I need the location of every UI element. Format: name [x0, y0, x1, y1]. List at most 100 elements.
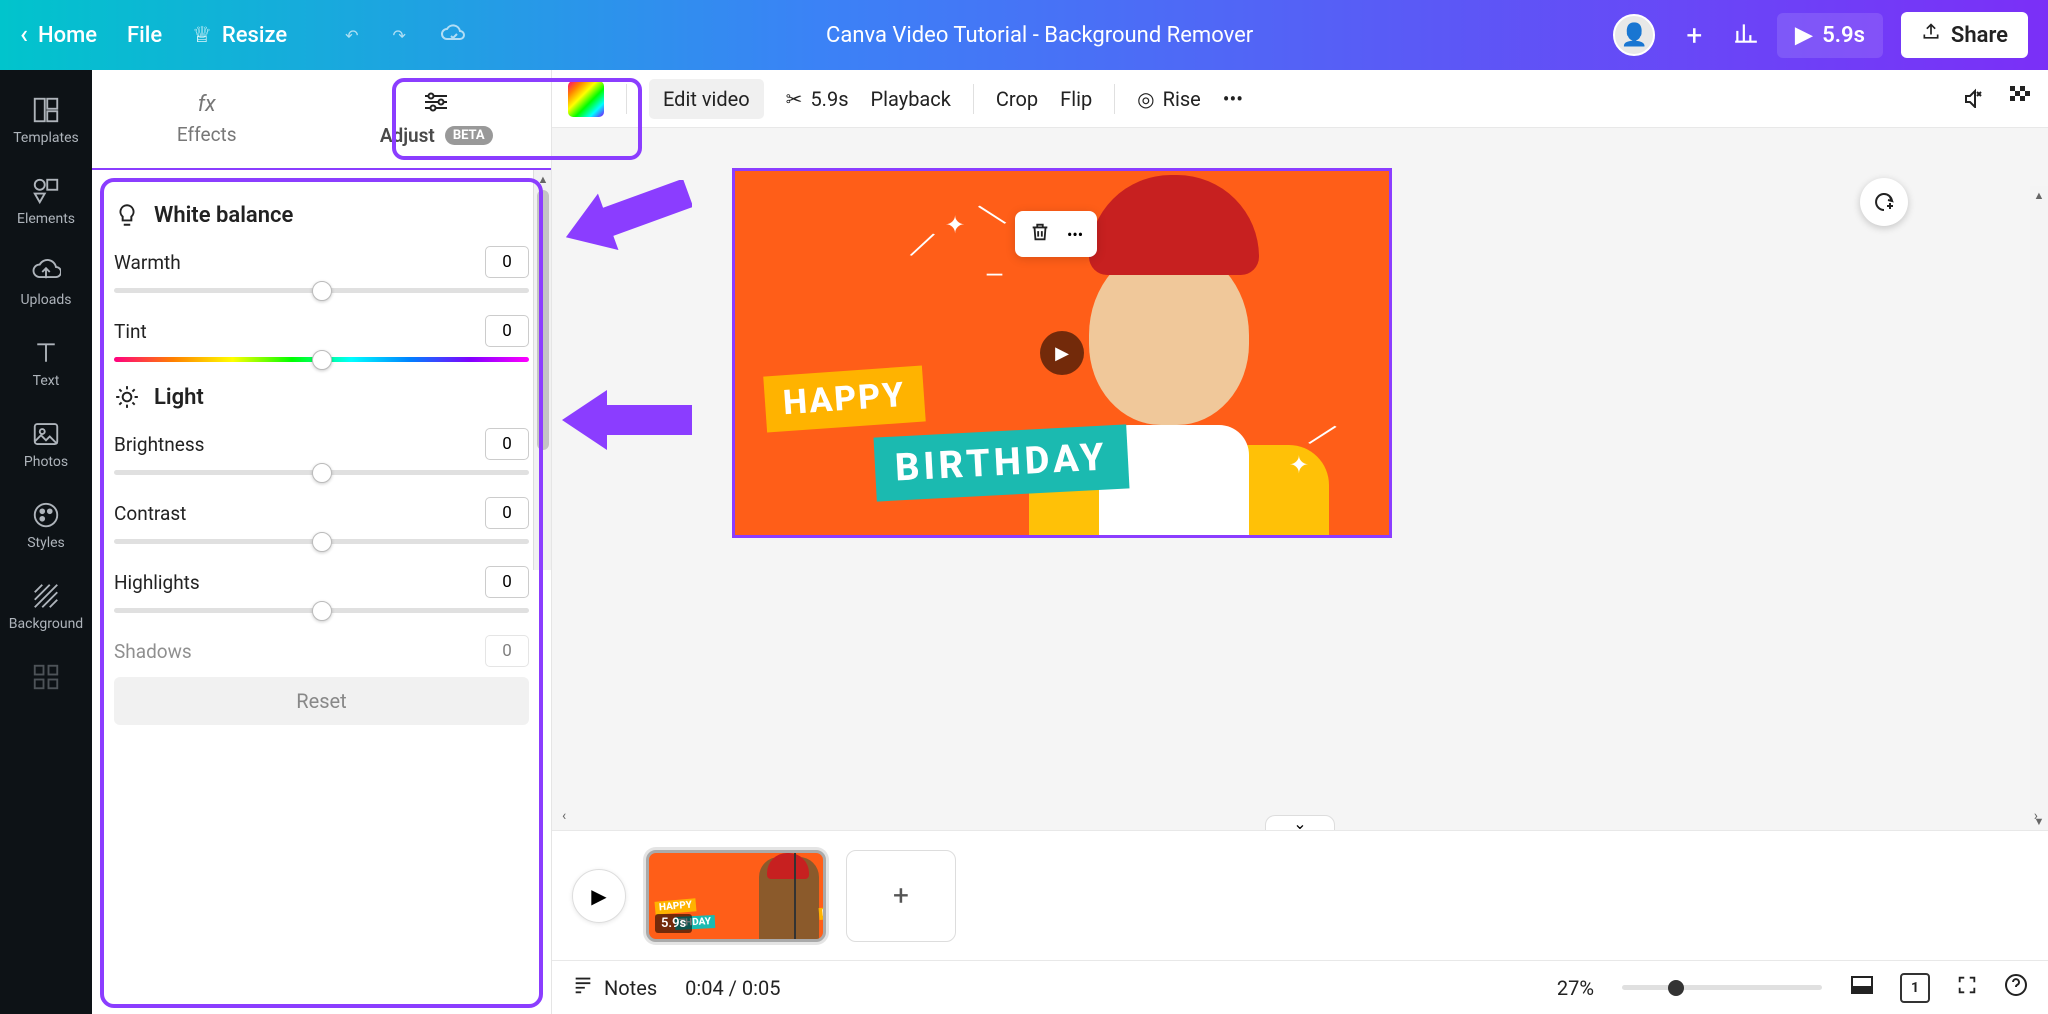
apps-icon	[31, 662, 61, 692]
refresh-plus-icon	[1872, 190, 1896, 214]
insights-icon[interactable]	[1733, 20, 1759, 50]
slider-thumb[interactable]	[312, 350, 332, 370]
zoom-thumb[interactable]	[1668, 980, 1684, 996]
delete-icon[interactable]	[1029, 221, 1051, 247]
text-happy[interactable]: HAPPY	[763, 366, 925, 433]
nav-text[interactable]: Text	[0, 323, 92, 404]
share-button[interactable]: Share	[1901, 12, 2028, 58]
scroll-up-icon[interactable]: ▲	[2030, 186, 2048, 204]
add-page-fab[interactable]	[1860, 178, 1908, 226]
nav-label: Templates	[13, 130, 79, 146]
next-page-icon[interactable]: ›	[2034, 808, 2038, 824]
slider-label: Tint	[114, 320, 147, 343]
slider-highlights: Highlights 0	[114, 566, 529, 613]
nav-label: Elements	[17, 211, 75, 227]
nav-background[interactable]: Background	[0, 566, 92, 647]
slider-shadows: Shadows 0	[114, 635, 529, 667]
resize-label: Resize	[222, 23, 287, 48]
canvas-viewport[interactable]: ▲ ▼ ✦ ╱ ╲ — ✦ ╱	[552, 128, 2048, 830]
nav-styles[interactable]: Styles	[0, 485, 92, 566]
slider-value-input[interactable]: 0	[485, 315, 529, 347]
notes-button[interactable]: Notes	[572, 974, 657, 1001]
page-counter[interactable]: 1	[1900, 973, 1930, 1003]
resize-button[interactable]: ♕ Resize	[192, 23, 287, 48]
nav-elements[interactable]: Elements	[0, 161, 92, 242]
edit-video-button[interactable]: Edit video	[649, 79, 764, 119]
slider-value-input[interactable]: 0	[485, 497, 529, 529]
nav-label: Background	[9, 616, 83, 632]
slider-value-input[interactable]: 0	[485, 566, 529, 598]
notes-label: Notes	[604, 976, 657, 1000]
timeline-play-button[interactable]: ▶	[572, 869, 626, 923]
nav-templates[interactable]: Templates	[0, 80, 92, 161]
tab-effects[interactable]: fx Effects	[92, 70, 322, 168]
play-overlay-button[interactable]: ▶	[1040, 331, 1084, 375]
add-collaborator-button[interactable]: +	[1673, 14, 1715, 56]
animate-button[interactable]: ◎ Rise	[1137, 87, 1201, 111]
crop-button[interactable]: Crop	[996, 87, 1038, 111]
slider-label: Brightness	[114, 433, 204, 456]
nav-photos[interactable]: Photos	[0, 404, 92, 485]
slider-track[interactable]	[114, 357, 529, 362]
undo-icon[interactable]: ↶	[345, 26, 358, 45]
slider-track[interactable]	[114, 288, 529, 293]
canvas-area: Edit video ✂ 5.9s Playback Crop Flip ◎ R…	[552, 70, 2048, 1014]
mute-icon[interactable]	[1962, 84, 1986, 113]
text-birthday[interactable]: BIRTHDAY	[873, 424, 1129, 501]
play-icon: ▶	[1795, 23, 1812, 48]
preview-duration: 5.9s	[1822, 23, 1865, 48]
section-label: Light	[154, 385, 204, 410]
flip-button[interactable]: Flip	[1060, 87, 1092, 111]
prev-page-icon[interactable]: ‹	[562, 808, 566, 824]
slider-track[interactable]	[114, 539, 529, 544]
nav-label: Uploads	[20, 292, 71, 308]
annotation-arrow	[562, 390, 692, 454]
redo-icon[interactable]: ↷	[393, 26, 406, 45]
cloud-sync-icon[interactable]	[440, 23, 466, 47]
animate-label: Rise	[1163, 87, 1201, 111]
reset-button[interactable]: Reset	[114, 677, 529, 725]
file-menu[interactable]: File	[127, 23, 162, 48]
elements-icon	[31, 176, 61, 206]
playback-button[interactable]: Playback	[871, 87, 951, 111]
document-title[interactable]: Canva Video Tutorial - Background Remove…	[466, 23, 1613, 48]
zoom-slider[interactable]	[1622, 985, 1822, 990]
fullscreen-icon[interactable]	[1956, 974, 1978, 1001]
timeline: ▶ HAPPY THDAY HAP 5.9s +	[552, 830, 2048, 960]
transparency-icon[interactable]	[2008, 84, 2032, 113]
slider-thumb[interactable]	[312, 463, 332, 483]
playhead[interactable]	[794, 850, 796, 942]
preview-button[interactable]: ▶ 5.9s	[1777, 13, 1883, 58]
duration-button[interactable]: ✂ 5.9s	[786, 87, 849, 111]
user-avatar[interactable]: 👤	[1613, 14, 1655, 56]
grid-view-icon[interactable]	[1850, 975, 1874, 1000]
slider-track[interactable]	[114, 608, 529, 613]
slider-thumb[interactable]	[312, 601, 332, 621]
collapse-pages-icon[interactable]: ⌄	[1265, 815, 1335, 830]
tab-adjust[interactable]: Adjust BETA	[322, 70, 552, 168]
color-picker[interactable]	[568, 81, 604, 117]
slider-label: Highlights	[114, 571, 200, 594]
slider-value-input[interactable]: 0	[485, 635, 529, 667]
nav-uploads[interactable]: Uploads	[0, 242, 92, 323]
section-white-balance: White balance	[114, 202, 529, 228]
slider-thumb[interactable]	[312, 281, 332, 301]
nav-more[interactable]	[0, 647, 92, 707]
timeline-clip[interactable]: HAPPY THDAY HAP 5.9s	[646, 850, 826, 942]
help-icon[interactable]	[2004, 973, 2028, 1002]
slider-value-input[interactable]: 0	[485, 246, 529, 278]
selected-video-element[interactable]: ✦ ╱ ╲ — ✦ ╱ HAPPY BIRTHDAY ▶ •••	[732, 168, 1392, 538]
crown-icon: ♕	[192, 23, 212, 48]
more-icon[interactable]: •••	[1067, 225, 1083, 244]
text-icon	[31, 338, 61, 368]
section-light: Light	[114, 384, 529, 410]
slider-track[interactable]	[114, 470, 529, 475]
animate-icon: ◎	[1137, 87, 1154, 111]
more-icon: •••	[1223, 87, 1243, 111]
slider-thumb[interactable]	[312, 532, 332, 552]
canvas-scrollbar[interactable]: ▲ ▼	[2030, 186, 2048, 830]
slider-value-input[interactable]: 0	[485, 428, 529, 460]
more-button[interactable]: •••	[1223, 87, 1243, 111]
home-button[interactable]: ‹ Home	[20, 20, 97, 50]
add-clip-button[interactable]: +	[846, 850, 956, 942]
